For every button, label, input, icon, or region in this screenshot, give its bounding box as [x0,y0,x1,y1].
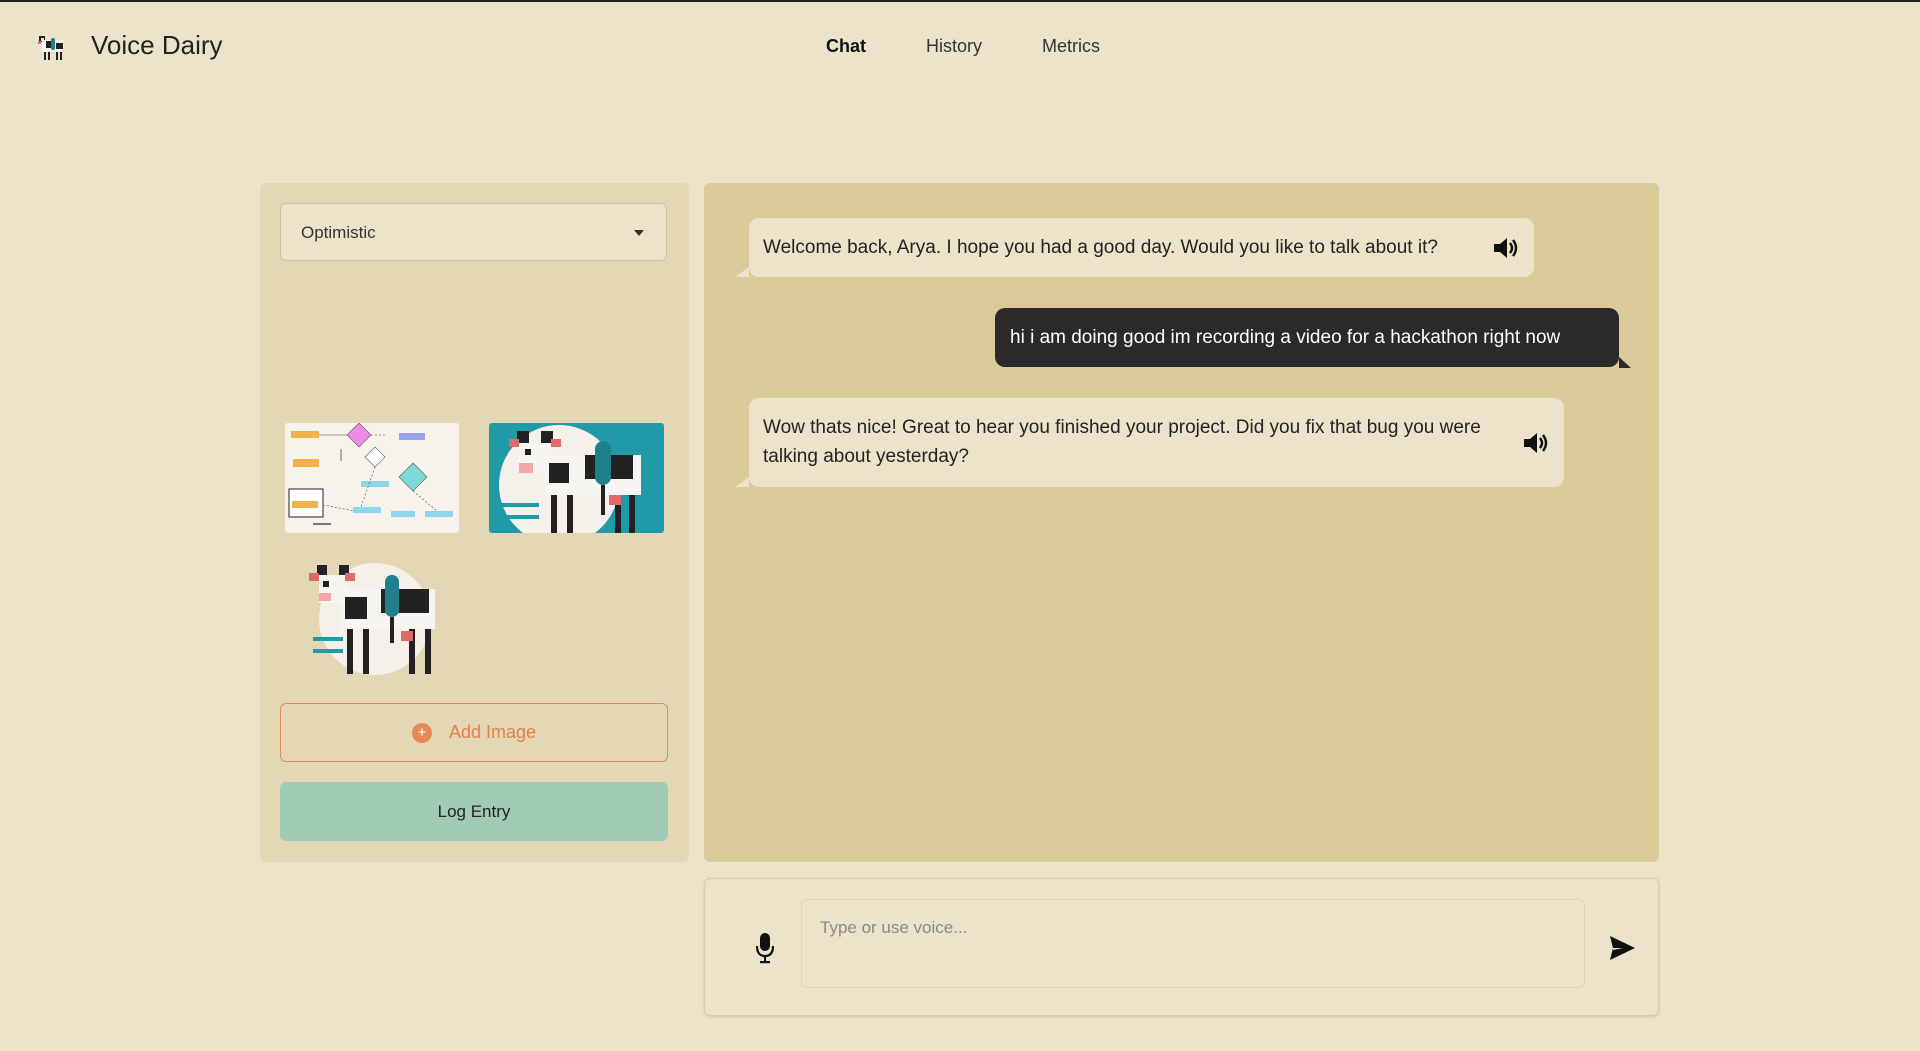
plus-circle-icon: + [411,722,432,743]
send-icon[interactable] [1609,935,1636,961]
image-thumbnail-flowchart[interactable] [285,423,459,533]
chat-message-user: hi i am doing good im recording a video … [995,308,1631,368]
add-image-button[interactable]: + Add Image [280,703,668,762]
bubble-tail [735,267,749,277]
app-header: Voice Dairy Chat History Metrics [0,2,1920,92]
chat-message-text: Wow thats nice! Great to hear you finish… [763,417,1481,467]
bubble-tail [1619,357,1631,368]
nav-metrics[interactable]: Metrics [1042,36,1100,57]
log-entry-label: Log Entry [437,801,511,821]
chat-panel: Welcome back, Arya. I hope you had a goo… [704,183,1659,862]
chevron-down-icon [634,230,644,236]
message-composer [704,878,1659,1016]
microphone-icon[interactable] [755,932,775,964]
main-nav: Chat History Metrics [826,36,1160,57]
image-thumbnail-cow[interactable] [489,423,664,533]
cow-logo-icon [36,32,68,62]
image-thumbnail-cow-2[interactable] [305,561,445,676]
log-entry-button[interactable]: Log Entry [280,782,668,841]
add-image-label: Add Image [448,722,537,742]
chat-message-text: hi i am doing good im recording a video … [1010,327,1561,348]
bubble-tail [735,477,749,487]
chat-message-text: Welcome back, Arya. I hope you had a goo… [763,237,1438,258]
nav-chat[interactable]: Chat [826,36,866,57]
speaker-icon[interactable] [1522,430,1550,456]
mood-select-value: Optimistic [301,223,376,242]
speaker-icon[interactable] [1492,235,1520,261]
mood-select[interactable]: Optimistic [280,203,667,261]
chat-message-bot: Welcome back, Arya. I hope you had a goo… [735,218,1534,277]
nav-history[interactable]: History [926,36,982,57]
app-title: Voice Dairy [91,30,223,60]
message-input[interactable] [801,899,1585,988]
chat-message-bot: Wow thats nice! Great to hear you finish… [735,398,1564,487]
entry-sidebar: Optimistic + Add Image Log Entry [260,183,689,862]
